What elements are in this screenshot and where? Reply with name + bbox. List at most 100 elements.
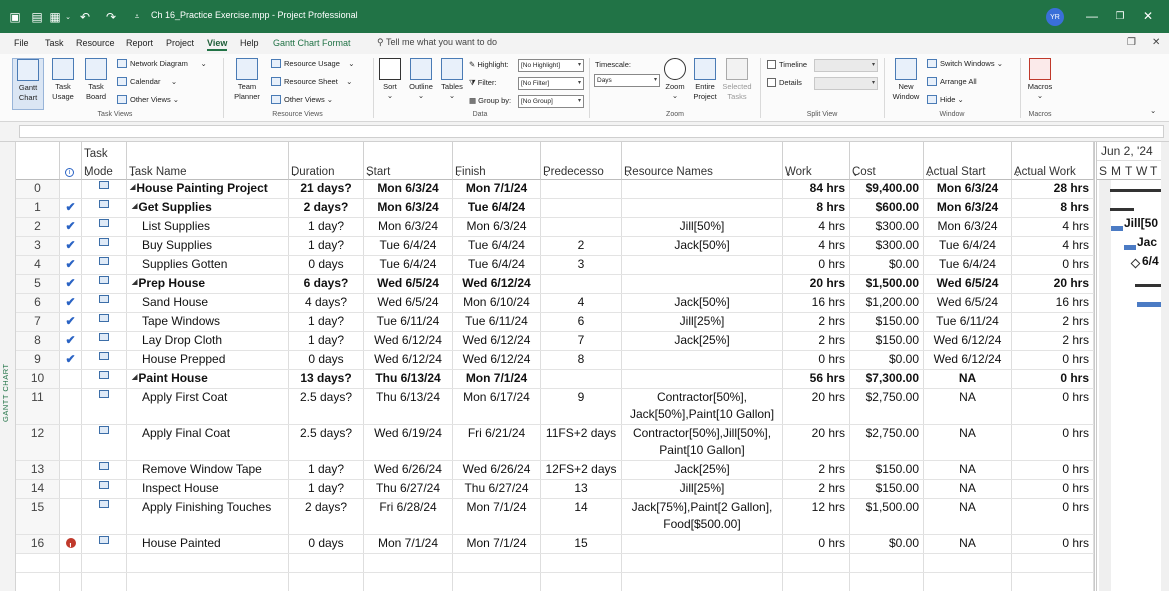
empty-cell[interactable]: [924, 573, 1012, 591]
calendar-button[interactable]: Calendar ⌄: [117, 77, 177, 86]
task-name-cell[interactable]: ◢Paint House: [127, 370, 289, 388]
quick-access-icon[interactable]: ▦: [48, 9, 62, 25]
avatar[interactable]: YR: [1046, 8, 1064, 26]
duration-cell[interactable]: 0 days: [289, 535, 364, 553]
cost-cell[interactable]: $0.00: [850, 535, 924, 553]
indicator-cell[interactable]: ✔: [60, 275, 82, 293]
actual-start-cell[interactable]: Mon 6/3/24: [924, 180, 1012, 198]
task-bar[interactable]: [1124, 245, 1136, 250]
finish-cell[interactable]: Tue 6/11/24: [453, 313, 541, 331]
timeline-dropdown[interactable]: ▾: [814, 59, 878, 72]
resource-names-cell[interactable]: [622, 535, 783, 553]
empty-cell[interactable]: [783, 554, 850, 572]
actual-start-cell[interactable]: NA: [924, 425, 1012, 460]
actual-start-cell[interactable]: Mon 6/3/24: [924, 218, 1012, 236]
work-cell[interactable]: 4 hrs: [783, 218, 850, 236]
task-mode-cell[interactable]: [82, 370, 127, 388]
actual-work-cell[interactable]: 8 hrs: [1012, 199, 1094, 217]
actual-start-cell[interactable]: Mon 6/3/24: [924, 199, 1012, 217]
predecessors-cell[interactable]: 13: [541, 480, 622, 498]
milestone-diamond[interactable]: [1130, 258, 1141, 269]
ribbon-restore-icon[interactable]: ❐: [1127, 37, 1136, 48]
work-cell[interactable]: 0 hrs: [783, 351, 850, 369]
finish-cell[interactable]: Wed 6/26/24: [453, 461, 541, 479]
resource-names-cell[interactable]: [622, 351, 783, 369]
predecessors-cell[interactable]: [541, 275, 622, 293]
undo-icon[interactable]: ↶: [78, 9, 92, 25]
task-mode-header[interactable]: Task Mode ⌄: [82, 142, 127, 180]
predecessors-cell[interactable]: 3: [541, 256, 622, 274]
tab-project[interactable]: Project: [166, 38, 194, 48]
hide-button[interactable]: Hide ⌄: [927, 95, 964, 104]
table-row[interactable]: 13 Remove Window Tape 1 day? Wed 6/26/24 Wed…: [16, 461, 1094, 480]
actual-start-cell[interactable]: Wed 6/5/24: [924, 294, 1012, 312]
actual-start-cell[interactable]: NA: [924, 499, 1012, 534]
cost-cell[interactable]: $1,500.00: [850, 499, 924, 534]
predecessors-cell[interactable]: 11FS+2 days: [541, 425, 622, 460]
work-cell[interactable]: 2 hrs: [783, 461, 850, 479]
predecessors-cell[interactable]: 7: [541, 332, 622, 350]
finish-cell[interactable]: Wed 6/12/24: [453, 332, 541, 350]
resource-names-cell[interactable]: Contractor[50%],Jill[50%], Paint[10 Gallo…: [622, 425, 783, 460]
actual-start-cell[interactable]: NA: [924, 461, 1012, 479]
cost-cell[interactable]: $0.00: [850, 351, 924, 369]
duration-cell[interactable]: 2 days?: [289, 199, 364, 217]
actual-start-header[interactable]: Actual Start ⌄: [924, 142, 1012, 180]
task-name-cell[interactable]: House Prepped: [127, 351, 289, 369]
work-header[interactable]: Work ⌄: [783, 142, 850, 180]
predecessors-cell[interactable]: [541, 199, 622, 217]
task-name-cell[interactable]: Supplies Gotten: [127, 256, 289, 274]
indicator-cell[interactable]: ✔: [60, 332, 82, 350]
predecessors-cell[interactable]: 9: [541, 389, 622, 424]
chevron-down-icon[interactable]: ⌄: [543, 169, 619, 178]
task-name-cell[interactable]: Apply Final Coat: [127, 425, 289, 460]
task-mode-cell[interactable]: [82, 389, 127, 424]
task-name-cell[interactable]: ◢Get Supplies: [127, 199, 289, 217]
work-cell[interactable]: 0 hrs: [783, 256, 850, 274]
duration-cell[interactable]: 1 day?: [289, 461, 364, 479]
indicator-cell[interactable]: ✔: [60, 237, 82, 255]
cost-cell[interactable]: $300.00: [850, 237, 924, 255]
start-cell[interactable]: Mon 6/3/24: [364, 218, 453, 236]
tab-view[interactable]: View: [207, 38, 228, 51]
actual-work-cell[interactable]: 28 hrs: [1012, 180, 1094, 198]
empty-cell[interactable]: [16, 554, 60, 572]
start-cell[interactable]: Fri 6/28/24: [364, 499, 453, 534]
finish-cell[interactable]: Thu 6/27/24: [453, 480, 541, 498]
table-row[interactable]: 11 Apply First Coat 2.5 days? Thu 6/13/24 Mo…: [16, 389, 1094, 425]
sort-button[interactable]: Sort ⌄: [378, 58, 402, 100]
predecessors-cell[interactable]: [541, 218, 622, 236]
redo-icon[interactable]: ↷: [104, 9, 118, 25]
chevron-down-icon[interactable]: ⌄: [366, 169, 450, 178]
start-cell[interactable]: Thu 6/27/24: [364, 480, 453, 498]
resource-names-cell[interactable]: Jack[50%]: [622, 237, 783, 255]
entire-project-button[interactable]: Entire Project: [690, 58, 720, 102]
cost-cell[interactable]: $300.00: [850, 218, 924, 236]
start-cell[interactable]: Tue 6/4/24: [364, 237, 453, 255]
network-diagram-button[interactable]: Network Diagram ⌄: [117, 59, 207, 68]
timeline-checkbox[interactable]: Timeline: [767, 60, 807, 69]
actual-work-cell[interactable]: 2 hrs: [1012, 313, 1094, 331]
tab-report[interactable]: Report: [126, 38, 153, 48]
start-cell[interactable]: Wed 6/12/24: [364, 332, 453, 350]
actual-start-cell[interactable]: NA: [924, 370, 1012, 388]
empty-cell[interactable]: [364, 554, 453, 572]
empty-cell[interactable]: [783, 573, 850, 591]
table-row[interactable]: 3 ✔ Buy Supplies 1 day? Tue 6/4/24 Tue 6/4/24…: [16, 237, 1094, 256]
table-row[interactable]: 8 ✔ Lay Drop Cloth 1 day? Wed 6/12/24 Wed 6/1…: [16, 332, 1094, 351]
actual-work-cell[interactable]: 0 hrs: [1012, 370, 1094, 388]
work-cell[interactable]: 2 hrs: [783, 313, 850, 331]
resource-names-cell[interactable]: Contractor[50%], Jack[50%],Paint[10 Gallo…: [622, 389, 783, 424]
resource-names-cell[interactable]: Jill[50%]: [622, 218, 783, 236]
task-mode-cell[interactable]: [82, 199, 127, 217]
start-cell[interactable]: Tue 6/11/24: [364, 313, 453, 331]
actual-start-cell[interactable]: Tue 6/4/24: [924, 256, 1012, 274]
empty-row[interactable]: [16, 554, 1094, 573]
empty-cell[interactable]: [127, 554, 289, 572]
task-mode-cell[interactable]: [82, 294, 127, 312]
finish-cell[interactable]: Mon 6/10/24: [453, 294, 541, 312]
work-cell[interactable]: 20 hrs: [783, 275, 850, 293]
chevron-down-icon[interactable]: ⌄: [64, 9, 72, 25]
empty-cell[interactable]: [127, 573, 289, 591]
indicator-cell[interactable]: [60, 425, 82, 460]
